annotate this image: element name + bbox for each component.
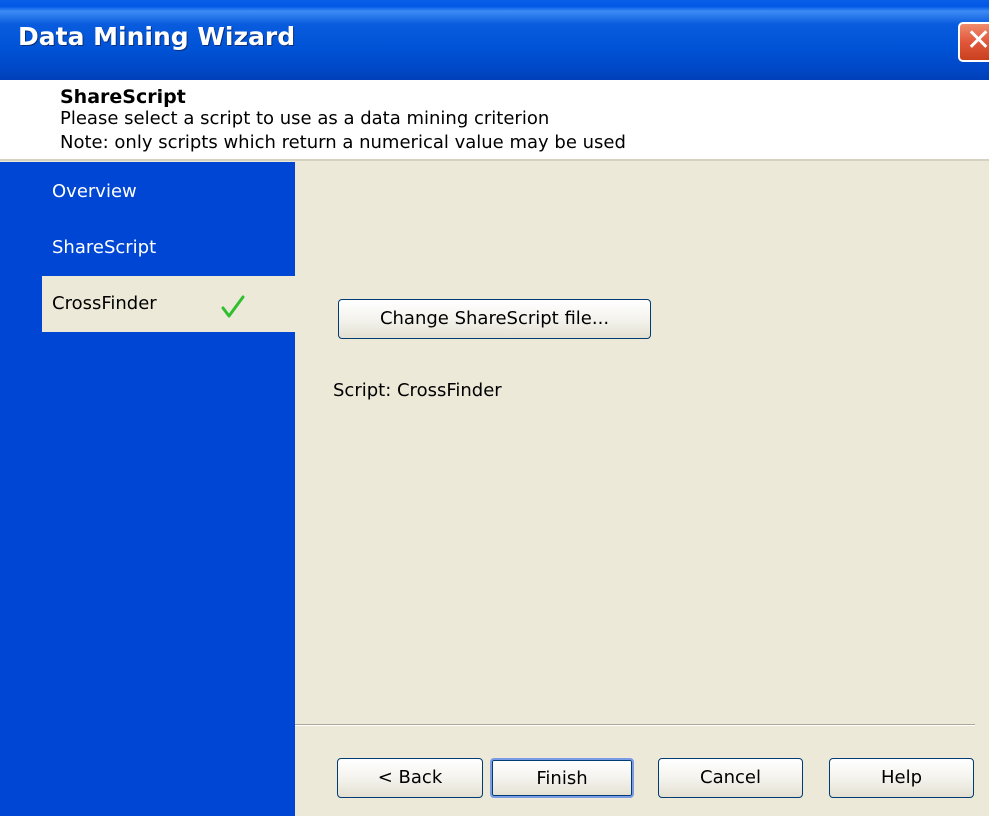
title-bar: Data Mining Wizard ✕ <box>0 0 989 80</box>
sidebar-item-overview[interactable]: Overview <box>42 164 295 220</box>
change-sharescript-file-button[interactable]: Change ShareScript file... <box>338 299 651 339</box>
page-heading: ShareScript <box>60 86 186 108</box>
sidebar-item-label: ShareScript <box>52 237 157 258</box>
footer-separator <box>295 724 975 726</box>
sidebar-item-crossfinder[interactable]: CrossFinder <box>42 276 295 332</box>
wizard-window: Data Mining Wizard ✕ ShareScript Please … <box>0 0 989 816</box>
checkmark-icon <box>221 295 245 318</box>
help-button[interactable]: Help <box>829 758 974 798</box>
wizard-step-sidebar: Overview ShareScript CrossFinder <box>0 162 295 816</box>
page-description: Please select a script to use as a data … <box>60 108 550 129</box>
close-icon: ✕ <box>966 23 989 58</box>
window-title: Data Mining Wizard <box>18 22 296 51</box>
sidebar-item-sharescript[interactable]: ShareScript <box>42 220 295 276</box>
wizard-content: Change ShareScript file... Script: Cross… <box>295 162 989 816</box>
back-button[interactable]: < Back <box>337 758 483 798</box>
sidebar-item-label: CrossFinder <box>52 293 157 314</box>
wizard-header: ShareScript Please select a script to us… <box>0 80 989 161</box>
script-label: Script: CrossFinder <box>333 380 502 401</box>
cancel-button[interactable]: Cancel <box>658 758 803 798</box>
close-button[interactable]: ✕ <box>958 22 989 62</box>
finish-button[interactable]: Finish <box>490 758 634 798</box>
sidebar-item-label: Overview <box>52 181 137 202</box>
page-note: Note: only scripts which return a numeri… <box>60 132 626 153</box>
